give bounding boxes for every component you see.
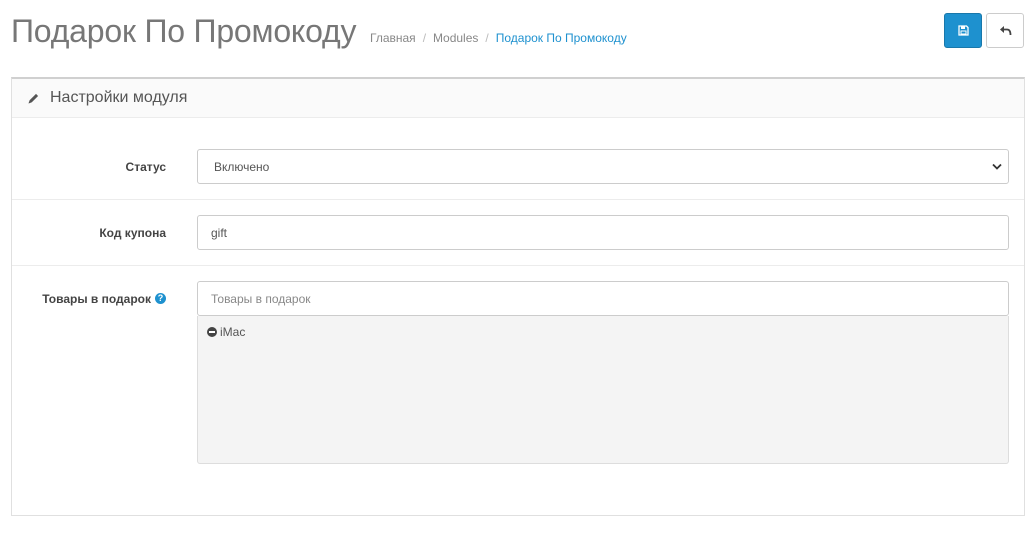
coupon-label: Код купона <box>99 225 166 240</box>
breadcrumb-current[interactable]: Подарок По Промокоду <box>496 31 627 45</box>
status-row: Статус Включено <box>12 149 1024 184</box>
save-button[interactable] <box>944 13 982 48</box>
row-divider <box>12 199 1024 200</box>
gift-products-placeholder: Товары в подарок <box>211 291 311 306</box>
gift-products-list: iMac <box>197 316 1009 464</box>
settings-panel: Настройки модуля Статус Включено Код куп… <box>11 77 1025 516</box>
pencil-icon <box>28 93 39 103</box>
coupon-code-input[interactable]: gift <box>197 215 1009 250</box>
gift-product-name: iMac <box>220 325 246 339</box>
breadcrumb-separator: / <box>422 31 427 45</box>
remove-circle-icon[interactable] <box>207 327 217 337</box>
panel-heading: Настройки модуля <box>12 79 1024 118</box>
coupon-code-value: gift <box>211 225 228 240</box>
breadcrumb: Главная / Modules / Подарок По Промокоду <box>370 31 627 45</box>
status-label: Статус <box>125 159 166 174</box>
breadcrumb-modules[interactable]: Modules <box>433 31 478 45</box>
list-item: iMac <box>207 325 999 339</box>
panel-title: Настройки модуля <box>50 89 188 106</box>
gift-products-input[interactable]: Товары в подарок <box>197 281 1009 316</box>
floppy-disk-icon <box>957 25 969 36</box>
breadcrumb-separator: / <box>485 31 489 45</box>
row-divider <box>12 265 1024 266</box>
page-title: Подарок По Промокоду <box>11 13 357 49</box>
gift-products-row: Товары в подарок ? Товары в подарок iMac <box>12 281 1024 471</box>
gift-products-label-text: Товары в подарок <box>42 291 151 306</box>
status-select-value: Включено <box>214 159 270 174</box>
status-select[interactable]: Включено <box>197 149 1009 184</box>
chevron-down-icon <box>992 163 1002 170</box>
page-header: Подарок По Промокоду Главная / Modules /… <box>0 0 1036 70</box>
coupon-row: Код купона gift <box>12 215 1024 250</box>
breadcrumb-home[interactable]: Главная <box>370 31 416 45</box>
gift-products-label: Товары в подарок ? <box>42 281 166 316</box>
reply-arrow-icon <box>999 26 1011 36</box>
question-circle-icon[interactable]: ? <box>155 293 166 304</box>
back-button[interactable] <box>986 13 1024 48</box>
